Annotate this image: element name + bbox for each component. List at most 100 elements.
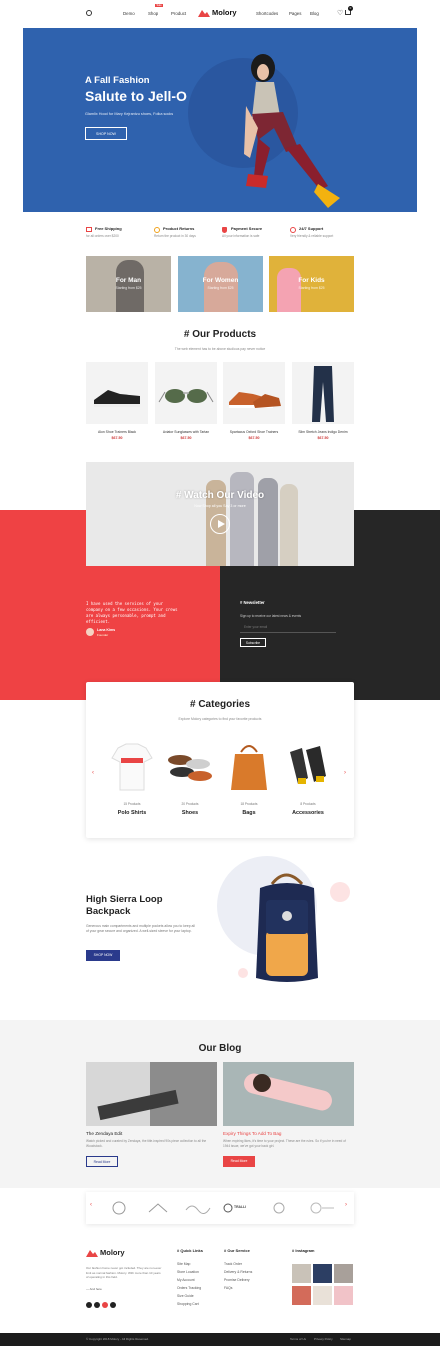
instagram-icon[interactable]: [110, 1302, 116, 1308]
footer-more[interactable]: — And here: [86, 1287, 102, 1291]
hero-banner: A Fall Fashion Salute to Jell-O Glamlix …: [23, 28, 417, 212]
footer-link[interactable]: Delivery & Returns: [224, 1270, 252, 1274]
brand-logo-5[interactable]: [264, 1198, 294, 1218]
banner-women[interactable]: For Women Starting from $25: [178, 256, 263, 312]
footer-link[interactable]: Site Map: [177, 1262, 190, 1266]
category-name[interactable]: Bags: [221, 810, 277, 816]
footer-link[interactable]: Store Location: [177, 1270, 199, 1274]
carousel-next-icon[interactable]: ›: [344, 770, 346, 776]
banner-title: For Man: [115, 277, 142, 284]
our-service-title: # Our Service: [224, 1248, 250, 1253]
footer-link[interactable]: Size Guide: [177, 1294, 194, 1298]
promo-title: High Sierra Loop Backpack: [86, 894, 163, 917]
brand-logo-2[interactable]: [143, 1198, 173, 1218]
mountain-icon: [86, 1250, 98, 1257]
footer-bottom-link[interactable]: Sitemap: [340, 1337, 351, 1341]
categories-sub: Explore Molory categories to find your f…: [178, 717, 262, 721]
nav-blog[interactable]: Blog: [310, 11, 319, 16]
gloves-icon: [290, 746, 326, 784]
footer-bottom-link[interactable]: Privacy Policy: [314, 1337, 333, 1341]
instagram-photo[interactable]: [334, 1286, 353, 1305]
carousel-prev-icon[interactable]: ‹: [92, 770, 94, 776]
banner-men[interactable]: For Man Starting from $25: [86, 256, 171, 312]
truck-icon: [86, 227, 92, 232]
read-more-button[interactable]: Read More: [223, 1156, 255, 1167]
instagram-photo[interactable]: [313, 1264, 332, 1283]
product-name[interactable]: Spartacus Oxford Shoe Trainers: [223, 430, 285, 434]
blog-title[interactable]: Expiry Things To Add To Bag: [223, 1131, 281, 1136]
category-shoes-image[interactable]: [162, 738, 218, 794]
instagram-photo[interactable]: [313, 1286, 332, 1305]
promo-shop-button[interactable]: SHOP NOW: [86, 950, 120, 961]
instagram-photo[interactable]: [334, 1264, 353, 1283]
footer-link[interactable]: Shopping Cart: [177, 1302, 199, 1306]
nav-product[interactable]: Product: [171, 11, 186, 16]
blog-image[interactable]: [223, 1062, 354, 1126]
brand-logo-3[interactable]: [182, 1198, 212, 1218]
wishlist-icon[interactable]: ♡: [337, 9, 343, 17]
brand-logo-6[interactable]: [306, 1198, 336, 1218]
category-accessories-image[interactable]: [280, 738, 336, 794]
product-name[interactable]: Slim Stretch Jeans Indigo Denim: [292, 430, 354, 434]
nav-shortcodes[interactable]: Shortcodes: [256, 11, 278, 16]
category-name[interactable]: Polo Shirts: [104, 810, 160, 816]
blog-title[interactable]: The Zendaya Edit: [86, 1131, 122, 1136]
product-price: $67.50: [317, 436, 329, 440]
newsletter-title: # Newsletter: [240, 600, 265, 605]
mountain-icon: [198, 10, 210, 17]
footer-bottom-link[interactable]: Terms of Us: [290, 1337, 306, 1341]
hero-kicker: A Fall Fashion: [85, 75, 150, 86]
instagram-title: # Instagram: [292, 1248, 315, 1253]
category-name[interactable]: Shoes: [162, 810, 218, 816]
footer-brand-name: Molory: [100, 1248, 125, 1257]
category-name[interactable]: Accessories: [280, 810, 336, 816]
banner-title: For Kids: [298, 277, 325, 284]
nav-pages[interactable]: Pages: [289, 11, 301, 16]
footer-link[interactable]: FAQs: [224, 1286, 232, 1290]
facebook-icon[interactable]: [86, 1302, 92, 1308]
blog-image[interactable]: [86, 1062, 217, 1126]
hero-shop-button[interactable]: SHOP NOW: [85, 127, 127, 140]
youtube-icon[interactable]: [102, 1302, 108, 1308]
category-count: 18 Products: [240, 802, 258, 806]
products-heading: # Our Products: [183, 329, 257, 340]
category-bags-image[interactable]: [221, 738, 277, 794]
instagram-photo[interactable]: [292, 1286, 311, 1305]
twitter-icon[interactable]: [94, 1302, 100, 1308]
instagram-photo[interactable]: [292, 1264, 311, 1283]
product-name[interactable]: Aviator Sunglasses with Tartan: [155, 430, 217, 434]
play-icon[interactable]: [210, 514, 230, 534]
category-polo-image[interactable]: [104, 738, 160, 794]
product-card[interactable]: [155, 362, 217, 424]
subscribe-button[interactable]: Subscribe: [240, 638, 266, 647]
feature-title: Payment Secure: [231, 226, 263, 231]
nav-shop[interactable]: Shop: [148, 11, 158, 16]
nav-demo[interactable]: Demo: [123, 11, 135, 16]
feature-desc: Very friendly & reliable support: [290, 234, 334, 238]
footer-link[interactable]: My Account: [177, 1278, 195, 1282]
video-people-image: [196, 462, 306, 566]
testimonial-quote: I have used the services of your company…: [86, 601, 178, 624]
product-price: $67.50: [248, 436, 260, 440]
category-count: 8 Products: [300, 802, 316, 806]
search-icon[interactable]: [86, 10, 92, 16]
promo-desc: Generous main compartments and multiple …: [86, 924, 195, 933]
product-name[interactable]: Alon Shoe Trainers Black: [86, 430, 148, 434]
banner-kids[interactable]: For Kids Starting from $25: [269, 256, 354, 312]
read-more-button[interactable]: Read More: [86, 1156, 118, 1167]
brand-logo-tralli[interactable]: TRALLI: [222, 1198, 252, 1218]
email-field[interactable]: Enter your email: [240, 625, 336, 633]
product-card[interactable]: [223, 362, 285, 424]
brand-logo-1[interactable]: [104, 1198, 134, 1218]
feature-desc: for all orders over $200: [86, 234, 119, 238]
footer-link[interactable]: Track Order: [224, 1262, 242, 1266]
brands-prev-icon[interactable]: ‹: [90, 1202, 92, 1208]
brand-name: TRALLI: [234, 1205, 247, 1209]
footer-link[interactable]: Promise Delivery: [224, 1278, 250, 1282]
brands-next-icon[interactable]: ›: [345, 1202, 347, 1208]
product-price: $67.50: [180, 436, 192, 440]
video-title: # Watch Our Video: [175, 490, 265, 501]
product-card[interactable]: [292, 362, 354, 424]
footer-link[interactable]: Orders Tracking: [177, 1286, 201, 1290]
product-card[interactable]: [86, 362, 148, 424]
